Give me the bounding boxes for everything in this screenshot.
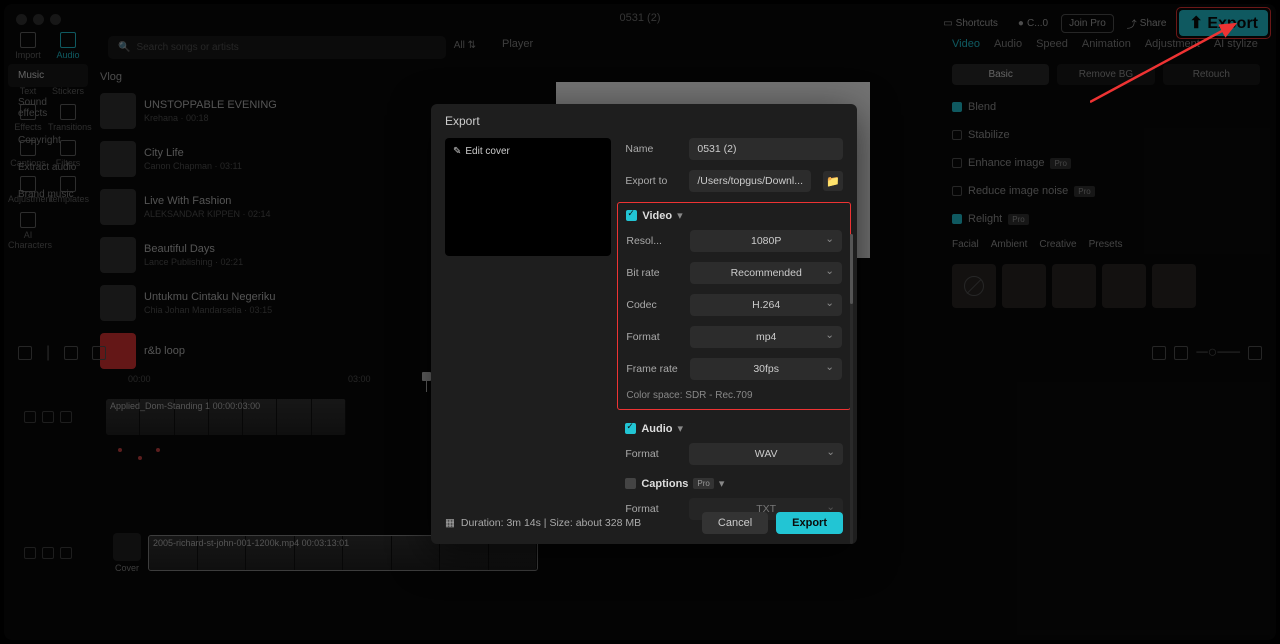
framerate-select[interactable]: 30fps (690, 358, 842, 380)
duration-text: ▦ Duration: 3m 14s | Size: about 328 MB (445, 517, 641, 529)
resolution-select[interactable]: 1080P (690, 230, 842, 252)
exportto-input[interactable]: /Users/topgus/Downl... (689, 170, 811, 192)
colorspace-text: Color space: SDR - Rec.709 (626, 390, 842, 401)
codec-select[interactable]: H.264 (690, 294, 842, 316)
audio-format-select[interactable]: WAV (689, 443, 843, 465)
bitrate-select[interactable]: Recommended (690, 262, 842, 284)
edit-cover-button[interactable]: ✎ Edit cover (453, 146, 510, 157)
modal-scrollbar[interactable] (850, 234, 853, 544)
video-settings-highlight: Video ▾ Resol...1080P Bit rateRecommende… (617, 202, 851, 410)
export-confirm-button[interactable]: Export (776, 512, 843, 534)
audio-checkbox[interactable] (625, 423, 636, 434)
cover-preview[interactable]: ✎ Edit cover (445, 138, 611, 256)
export-modal: Export ✎ Edit cover Name 0531 (2) Export… (431, 104, 857, 544)
name-label: Name (625, 143, 681, 155)
name-input[interactable]: 0531 (2) (689, 138, 843, 160)
captions-checkbox[interactable] (625, 478, 636, 489)
format-select[interactable]: mp4 (690, 326, 842, 348)
folder-icon[interactable]: 📁 (823, 171, 843, 191)
exportto-label: Export to (625, 175, 681, 187)
modal-title: Export (431, 104, 857, 138)
cancel-button[interactable]: Cancel (702, 512, 768, 534)
video-checkbox[interactable] (626, 210, 637, 221)
